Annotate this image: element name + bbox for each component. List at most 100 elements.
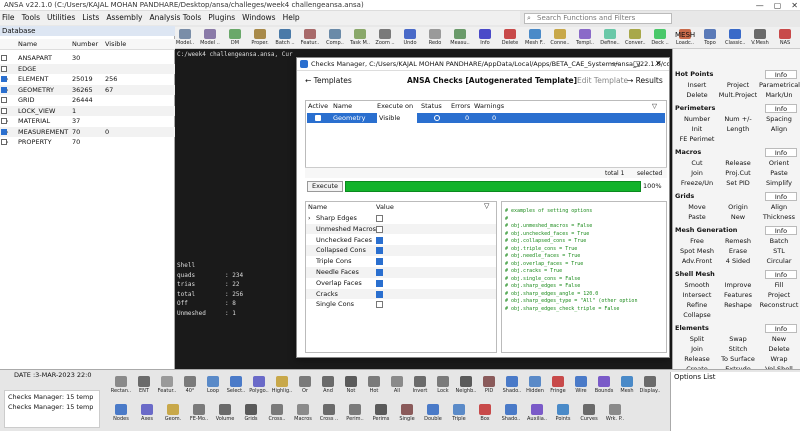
bottom-tool-15[interactable]: Neighb.. (455, 376, 477, 394)
bottom-tool-row2-19[interactable]: Wrk. P.. (604, 404, 626, 422)
mesh-button[interactable]: STL (759, 246, 799, 256)
mesh-button[interactable]: To Surface (718, 354, 758, 364)
toolbar-button-16[interactable]: Templ.. (575, 29, 595, 46)
mesh-button[interactable]: Length (718, 124, 758, 134)
param-checkbox[interactable] (376, 290, 383, 298)
toolbar-button-5[interactable]: Featur.. (300, 29, 320, 46)
row-checkbox[interactable] (1, 55, 7, 61)
mesh-button[interactable]: Wrap (759, 354, 799, 364)
col-number[interactable]: Number (72, 39, 98, 50)
mesh-button[interactable]: Batch (759, 236, 799, 246)
expand-icon[interactable]: › (6, 137, 9, 148)
col-errors[interactable]: Errors (451, 101, 470, 112)
bottom-tool-5[interactable]: Select.. (225, 376, 247, 394)
col-active[interactable]: Active (308, 101, 328, 112)
param-row[interactable]: Collapsed Cons (306, 245, 496, 256)
col-warnings[interactable]: Warnings (474, 101, 504, 112)
row-checkbox[interactable] (1, 97, 7, 103)
param-checkbox[interactable] (376, 225, 383, 233)
bottom-tool-4[interactable]: Loop (202, 376, 224, 394)
info-button[interactable]: Info (765, 226, 797, 235)
bottom-tool-2[interactable]: Featur.. (156, 376, 178, 394)
edit-template-button[interactable]: Edit Template (577, 73, 628, 89)
bottom-tool-6[interactable]: Polygo.. (248, 376, 270, 394)
mesh-button[interactable]: Reconstruct (759, 300, 799, 310)
bottom-tool-row2-10[interactable]: Perims (370, 404, 392, 422)
mesh-button[interactable]: Join (677, 344, 717, 354)
bottom-tool-21[interactable]: Bounds (593, 376, 615, 394)
database-row[interactable]: ANSAPART 30 (0, 53, 175, 64)
col-param-name[interactable]: Name (308, 203, 327, 211)
param-checkbox[interactable] (376, 279, 383, 287)
mesh-button[interactable]: Fill (759, 280, 799, 290)
mesh-button[interactable]: New (759, 334, 799, 344)
bottom-tool-row2-16[interactable]: Auxilia.. (526, 404, 548, 422)
mesh-button[interactable]: Insert (677, 80, 717, 90)
close-icon[interactable]: ✕ (655, 59, 662, 68)
menu-plugins[interactable]: Plugins (208, 11, 235, 25)
bottom-tool-11[interactable]: Hot (363, 376, 385, 394)
bottom-tool-row2-5[interactable]: Grids (240, 404, 262, 422)
close-icon[interactable]: ✕ (791, 0, 798, 11)
minimize-icon[interactable]: — (756, 0, 764, 11)
toolbar-button-8[interactable]: Zoom .. (375, 29, 395, 46)
bottom-tool-row2-2[interactable]: Geom. (162, 404, 184, 422)
toolbar-button-6[interactable]: Comp.. (325, 29, 345, 46)
mesh-button[interactable]: Orient (759, 158, 799, 168)
param-row[interactable]: Triple Cons (306, 256, 496, 267)
menu-analysis-tools[interactable]: Analysis Tools (149, 11, 201, 25)
mesh-button[interactable]: Number (677, 114, 717, 124)
toolbar-button-24[interactable]: NAS (775, 29, 795, 46)
expand-icon[interactable]: › (308, 213, 311, 224)
menu-tools[interactable]: Tools (22, 11, 40, 25)
bottom-tool-row2-6[interactable]: Cross.. (266, 404, 288, 422)
mesh-button[interactable]: Delete (677, 90, 717, 100)
bottom-tool-row2-8[interactable]: Cross .. (318, 404, 340, 422)
bottom-tool-20[interactable]: Wire (570, 376, 592, 394)
bottom-tool-9[interactable]: And (317, 376, 339, 394)
bottom-tool-row2-15[interactable]: Shado.. (500, 404, 522, 422)
info-button[interactable]: Info (765, 270, 797, 279)
toolbar-button-13[interactable]: Delete (500, 29, 520, 46)
mesh-button[interactable]: Spacing (759, 114, 799, 124)
mesh-button[interactable]: Align (759, 124, 799, 134)
toolbar-button-0[interactable]: Model.. (175, 29, 195, 46)
expand-icon[interactable]: › (6, 127, 9, 138)
database-row[interactable]: › ELEMENT 25019 256 (0, 74, 175, 85)
bottom-tool-16[interactable]: PID (478, 376, 500, 394)
mesh-button[interactable]: Split (677, 334, 717, 344)
param-checkbox[interactable] (376, 269, 383, 276)
mesh-button[interactable]: Align (759, 202, 799, 212)
param-checkbox[interactable] (376, 247, 383, 255)
bottom-tool-row2-18[interactable]: Curves (578, 404, 600, 422)
database-row[interactable]: LOCK_VIEW 1 (0, 105, 175, 116)
toolbar-button-4[interactable]: Batch .. (275, 29, 295, 46)
results-button[interactable]: → Results (627, 73, 663, 89)
bottom-tool-1[interactable]: ENT (133, 376, 155, 394)
bottom-tool-18[interactable]: Hidden (524, 376, 546, 394)
message-log[interactable]: Checks Manager: 15 temp Checks Manager: … (4, 390, 100, 428)
mesh-button[interactable]: Project (718, 80, 758, 90)
mesh-button[interactable]: Num +/- (718, 114, 758, 124)
param-row[interactable]: Cracks (306, 288, 496, 300)
mesh-button[interactable]: Reshape (718, 300, 758, 310)
toolbar-button-1[interactable]: Model .. (200, 29, 220, 46)
col-visible[interactable]: Visible (105, 39, 126, 50)
bottom-tool-row2-1[interactable]: Axes (136, 404, 158, 422)
mesh-button[interactable]: Collapse (677, 310, 717, 320)
bottom-tool-12[interactable]: All (386, 376, 408, 394)
bottom-tool-14[interactable]: Lock (432, 376, 454, 394)
toolbar-button-21[interactable]: Topo (700, 29, 720, 46)
mesh-button[interactable]: 4 Sided (718, 256, 758, 266)
mesh-button[interactable]: Circular (759, 256, 799, 266)
mesh-button[interactable]: Remesh (718, 236, 758, 246)
toolbar-button-12[interactable]: Info (475, 29, 495, 46)
mesh-button[interactable]: Freeze/Un (677, 178, 717, 188)
filter-icon[interactable]: ▽ (484, 202, 489, 210)
mesh-button[interactable]: Simplify (759, 178, 799, 188)
toolbar-button-23[interactable]: V.Mesh (750, 29, 770, 46)
col-param-value[interactable]: Value (376, 203, 394, 211)
row-checkbox[interactable] (1, 107, 7, 114)
mesh-button[interactable]: Swap (718, 334, 758, 344)
bottom-tool-row2-11[interactable]: Single (396, 404, 418, 422)
